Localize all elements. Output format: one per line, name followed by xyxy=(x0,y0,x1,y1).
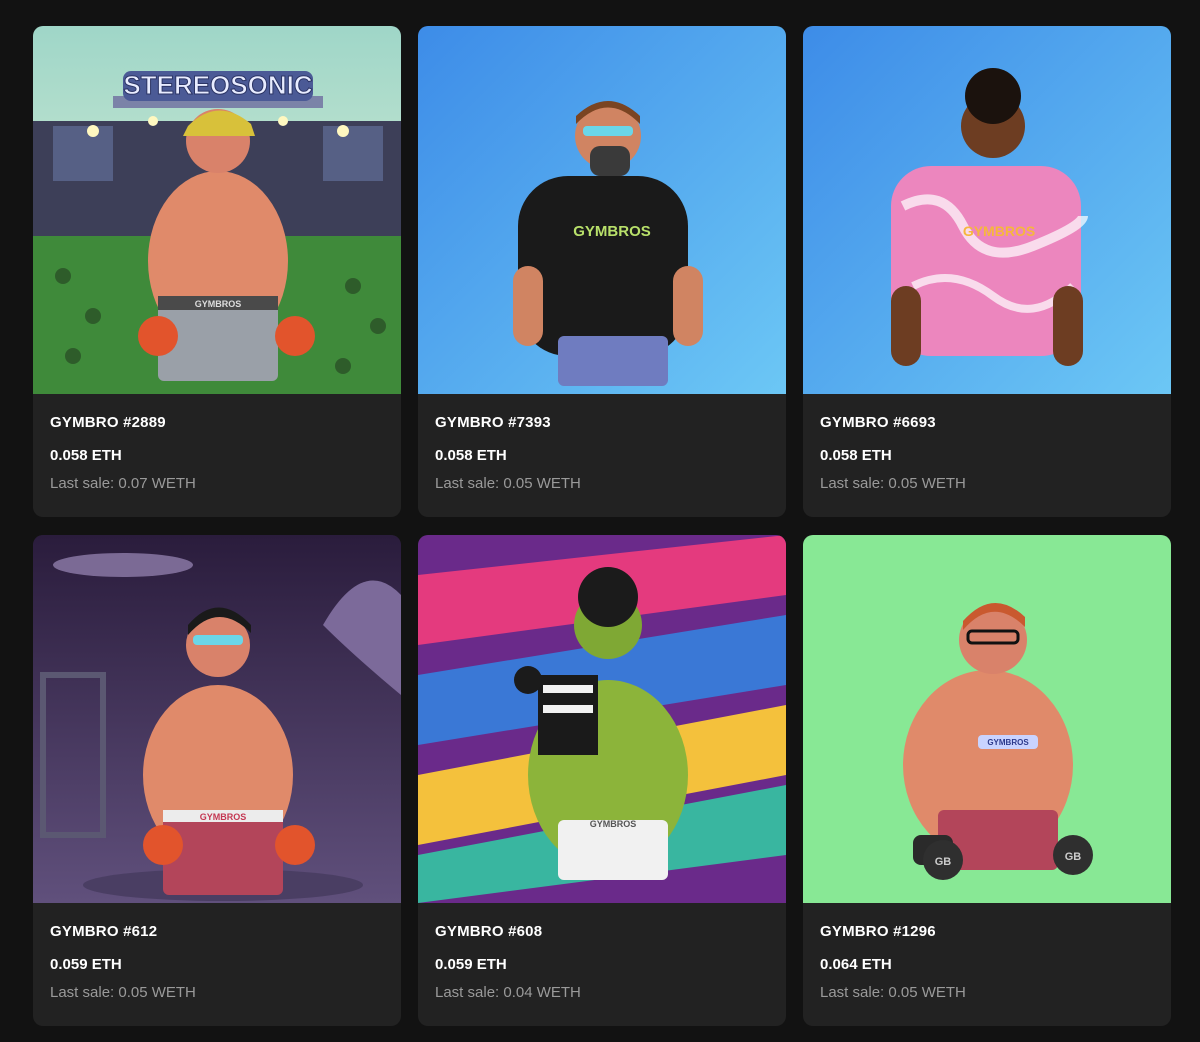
card-info: GYMBRO #1296 0.064 ETH Last sale: 0.05 W… xyxy=(803,903,1171,1002)
shorts-text: GYMBROS xyxy=(200,812,247,822)
nft-card[interactable]: GYMBROS GYMBRO #6693 0.058 ETH Last sale… xyxy=(803,26,1171,517)
nft-price: 0.059 ETH xyxy=(435,956,507,973)
nft-image[interactable]: GYMBROS GB GB xyxy=(803,535,1171,903)
card-info: GYMBRO #7393 0.058 ETH Last sale: 0.05 W… xyxy=(418,394,786,493)
nft-grid: STEREOSONIC GYMBROS GYMBRO #2889 0.058 E… xyxy=(33,26,1171,1026)
chain-text: GYMBROS xyxy=(987,738,1029,747)
nft-card[interactable]: STEREOSONIC GYMBROS GYMBRO #2889 0.058 E… xyxy=(33,26,401,517)
nft-last-sale: Last sale: 0.05 WETH xyxy=(820,984,966,1001)
nft-image[interactable]: GYMBROS xyxy=(418,535,786,903)
nft-last-sale: Last sale: 0.07 WETH xyxy=(50,475,196,492)
nft-image[interactable]: GYMBROS xyxy=(418,26,786,394)
dumbbell-text: GB xyxy=(935,856,952,868)
nft-last-sale: Last sale: 0.05 WETH xyxy=(435,475,581,492)
nft-price: 0.058 ETH xyxy=(50,447,122,464)
nft-price: 0.058 ETH xyxy=(820,447,892,464)
nft-card[interactable]: GYMBROS GYMBRO #608 0.059 ETH Last sale:… xyxy=(418,535,786,1026)
nft-price: 0.058 ETH xyxy=(435,447,507,464)
card-info: GYMBRO #6693 0.058 ETH Last sale: 0.05 W… xyxy=(803,394,1171,493)
nft-price: 0.064 ETH xyxy=(820,956,892,973)
shirt-text: GYMBROS xyxy=(573,223,651,240)
stage-sign-text: STEREOSONIC xyxy=(123,70,312,100)
nft-last-sale: Last sale: 0.05 WETH xyxy=(50,984,196,1001)
nft-name[interactable]: GYMBRO #6693 xyxy=(820,414,1154,432)
nft-card[interactable]: GYMBROS GYMBRO #612 0.059 ETH Last sale:… xyxy=(33,535,401,1026)
shorts-text: GYMBROS xyxy=(590,819,637,829)
card-info: GYMBRO #612 0.059 ETH Last sale: 0.05 WE… xyxy=(33,903,401,1002)
card-info: GYMBRO #608 0.059 ETH Last sale: 0.04 WE… xyxy=(418,903,786,1002)
shirt-text: GYMBROS xyxy=(963,223,1035,239)
nft-image[interactable]: GYMBROS xyxy=(803,26,1171,394)
nft-name[interactable]: GYMBRO #612 xyxy=(50,923,384,941)
nft-name[interactable]: GYMBRO #7393 xyxy=(435,414,769,432)
nft-name[interactable]: GYMBRO #2889 xyxy=(50,414,384,432)
dumbbell-text: GB xyxy=(1065,851,1082,863)
nft-last-sale: Last sale: 0.05 WETH xyxy=(820,475,966,492)
nft-card[interactable]: GYMBROS GYMBRO #7393 0.058 ETH Last sale… xyxy=(418,26,786,517)
nft-image[interactable]: GYMBROS xyxy=(33,535,401,903)
nft-card[interactable]: GYMBROS GB GB GYMBRO #1296 0.064 ETH Las… xyxy=(803,535,1171,1026)
nft-image[interactable]: STEREOSONIC GYMBROS xyxy=(33,26,401,394)
nft-name[interactable]: GYMBRO #608 xyxy=(435,923,769,941)
card-info: GYMBRO #2889 0.058 ETH Last sale: 0.07 W… xyxy=(33,394,401,493)
shorts-text: GYMBROS xyxy=(195,299,242,309)
nft-name[interactable]: GYMBRO #1296 xyxy=(820,923,1154,941)
nft-price: 0.059 ETH xyxy=(50,956,122,973)
nft-last-sale: Last sale: 0.04 WETH xyxy=(435,984,581,1001)
